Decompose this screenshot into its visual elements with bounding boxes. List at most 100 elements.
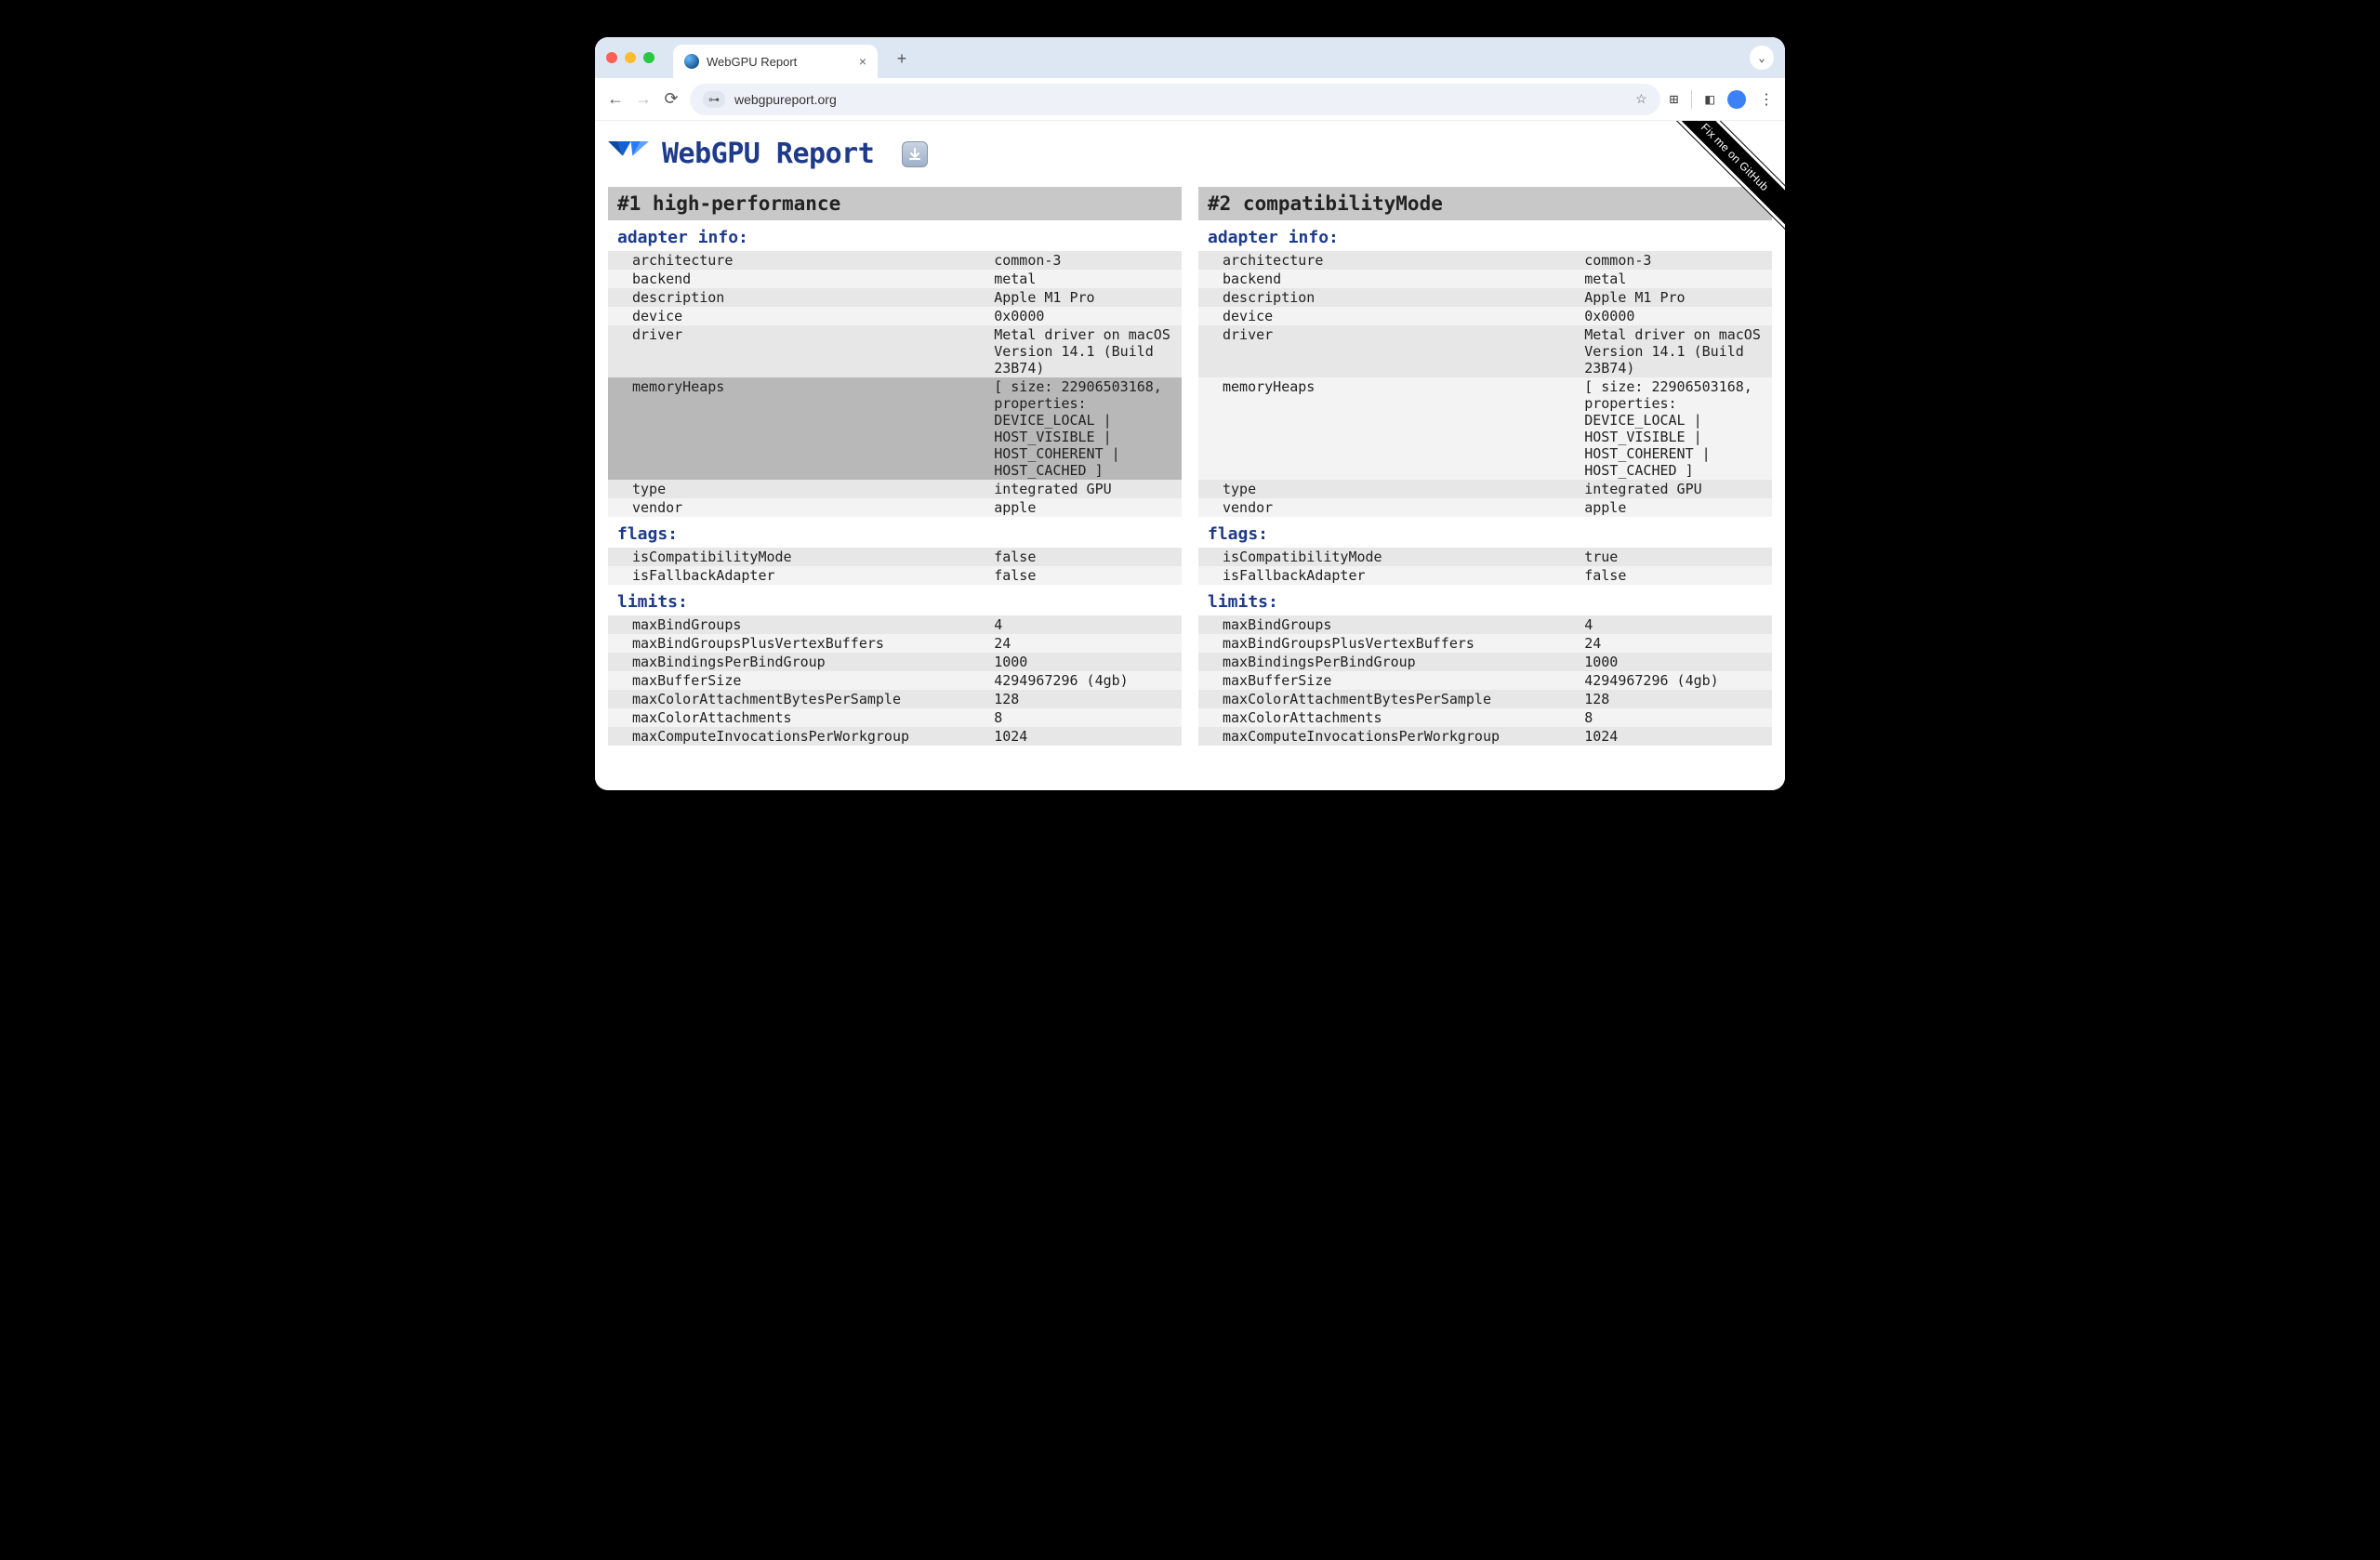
sidepanel-icon[interactable]: ◧: [1705, 90, 1714, 108]
adapter-header: #1 high-performance: [608, 187, 1182, 220]
row-key: maxColorAttachments: [608, 708, 986, 727]
row-value: Metal driver on macOS Version 14.1 (Buil…: [1577, 325, 1772, 377]
row-value: metal: [1577, 270, 1772, 288]
row-value: 8: [986, 708, 1182, 727]
row-value: 4294967296 (4gb): [986, 671, 1182, 690]
table-row: maxColorAttachmentBytesPerSample128: [608, 690, 1182, 708]
minimize-window-button[interactable]: [625, 52, 636, 63]
browser-window: WebGPU Report × + ⌄ ← → ⟳ ⊶ webgpureport…: [595, 37, 1785, 790]
table-row: maxColorAttachmentBytesPerSample128: [1198, 690, 1772, 708]
table-row: maxComputeInvocationsPerWorkgroup1024: [1198, 727, 1772, 746]
table-row: maxBufferSize4294967296 (4gb): [1198, 671, 1772, 690]
table-row: memoryHeaps[ size: 22906503168, properti…: [1198, 377, 1772, 480]
table-row: driverMetal driver on macOS Version 14.1…: [608, 325, 1182, 377]
row-key: maxBindGroups: [1198, 615, 1577, 634]
row-value: metal: [986, 270, 1182, 288]
table-row: driverMetal driver on macOS Version 14.1…: [1198, 325, 1772, 377]
row-value: 1000: [986, 653, 1182, 671]
row-key: type: [608, 480, 986, 498]
forward-button[interactable]: →: [634, 89, 653, 109]
row-value: integrated GPU: [986, 480, 1182, 498]
reload-button[interactable]: ⟳: [662, 89, 681, 109]
row-key: maxBufferSize: [608, 671, 986, 690]
download-button[interactable]: [902, 141, 928, 167]
row-value: 24: [986, 634, 1182, 653]
row-key: maxBindingsPerBindGroup: [608, 653, 986, 671]
section-header: limits:: [1198, 585, 1772, 615]
close-window-button[interactable]: [606, 52, 617, 63]
row-value: apple: [1577, 498, 1772, 517]
close-tab-button[interactable]: ×: [859, 54, 866, 69]
table-row: vendorapple: [1198, 498, 1772, 517]
table-row: typeintegrated GPU: [1198, 480, 1772, 498]
row-value: Apple M1 Pro: [986, 288, 1182, 307]
section-header: flags:: [608, 517, 1182, 548]
row-value: 128: [1577, 690, 1772, 708]
site-info-icon[interactable]: ⊶: [703, 91, 725, 108]
menu-icon[interactable]: ⋮: [1759, 90, 1774, 108]
section-header: adapter info:: [608, 220, 1182, 251]
row-key: maxBindGroupsPlusVertexBuffers: [608, 634, 986, 653]
row-value: 0x0000: [986, 307, 1182, 325]
url-text: webgpureport.org: [734, 92, 837, 107]
row-key: backend: [1198, 270, 1577, 288]
maximize-window-button[interactable]: [643, 52, 654, 63]
row-value: apple: [986, 498, 1182, 517]
table-row: maxBufferSize4294967296 (4gb): [608, 671, 1182, 690]
table-row: maxBindGroups4: [608, 615, 1182, 634]
row-value: common-3: [1577, 251, 1772, 270]
webgpu-logo-icon: [608, 141, 649, 167]
profile-avatar[interactable]: [1727, 90, 1746, 109]
page-content: Fix me on GitHub WebGPU Report #1 high-p…: [595, 121, 1785, 790]
row-key: backend: [608, 270, 986, 288]
row-key: memoryHeaps: [608, 377, 986, 480]
row-value: false: [1577, 566, 1772, 585]
row-key: type: [1198, 480, 1577, 498]
row-key: maxColorAttachmentBytesPerSample: [1198, 690, 1577, 708]
new-tab-button[interactable]: +: [889, 46, 915, 72]
table-row: maxColorAttachments8: [1198, 708, 1772, 727]
page-title-text: WebGPU Report: [662, 138, 874, 170]
section-header: limits:: [608, 585, 1182, 615]
download-icon: [908, 148, 921, 161]
page-title: WebGPU Report: [608, 138, 1772, 170]
adapter-columns: #1 high-performanceadapter info:architec…: [608, 187, 1772, 746]
tab-list-button[interactable]: ⌄: [1750, 46, 1774, 70]
extensions-icon[interactable]: ⊞: [1670, 90, 1679, 108]
adapter-column-1: #1 high-performanceadapter info:architec…: [608, 187, 1182, 746]
row-value: common-3: [986, 251, 1182, 270]
row-value: [ size: 22906503168, properties: DEVICE_…: [1577, 377, 1772, 480]
row-key: description: [1198, 288, 1577, 307]
kv-table: isCompatibilityModetrueisFallbackAdapter…: [1198, 548, 1772, 585]
adapter-header: #2 compatibilityMode: [1198, 187, 1772, 220]
section-header: adapter info:: [1198, 220, 1772, 251]
table-row: isFallbackAdapterfalse: [608, 566, 1182, 585]
favicon-icon: [684, 54, 699, 69]
table-row: typeintegrated GPU: [608, 480, 1182, 498]
row-key: maxComputeInvocationsPerWorkgroup: [1198, 727, 1577, 746]
table-row: architecturecommon-3: [1198, 251, 1772, 270]
back-button[interactable]: ←: [606, 89, 625, 109]
row-key: maxColorAttachments: [1198, 708, 1577, 727]
row-key: isCompatibilityMode: [1198, 548, 1577, 566]
table-row: architecturecommon-3: [608, 251, 1182, 270]
table-row: memoryHeaps[ size: 22906503168, properti…: [608, 377, 1182, 480]
bookmark-icon[interactable]: ☆: [1635, 91, 1647, 107]
browser-tab[interactable]: WebGPU Report ×: [673, 45, 878, 78]
row-value: false: [986, 566, 1182, 585]
row-key: memoryHeaps: [1198, 377, 1577, 480]
address-bar[interactable]: ⊶ webgpureport.org ☆: [690, 84, 1660, 115]
table-row: maxBindingsPerBindGroup1000: [1198, 653, 1772, 671]
table-row: descriptionApple M1 Pro: [608, 288, 1182, 307]
row-value: Apple M1 Pro: [1577, 288, 1772, 307]
row-value: 1000: [1577, 653, 1772, 671]
row-value: 1024: [986, 727, 1182, 746]
row-key: isCompatibilityMode: [608, 548, 986, 566]
row-value: 24: [1577, 634, 1772, 653]
row-key: maxBindingsPerBindGroup: [1198, 653, 1577, 671]
table-row: maxBindGroups4: [1198, 615, 1772, 634]
row-key: driver: [608, 325, 986, 377]
row-key: architecture: [1198, 251, 1577, 270]
row-key: maxBindGroups: [608, 615, 986, 634]
row-key: maxComputeInvocationsPerWorkgroup: [608, 727, 986, 746]
